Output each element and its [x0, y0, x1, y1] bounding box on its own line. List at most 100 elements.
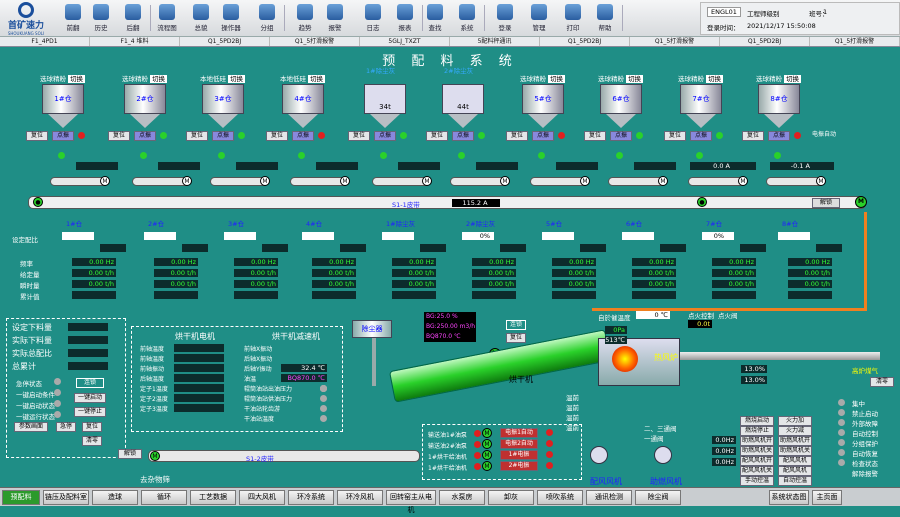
nav-4[interactable]: 循环	[141, 490, 187, 505]
bin-mode-switch[interactable]: 切换	[68, 75, 85, 83]
bin-reset-button[interactable]: 复位	[348, 131, 370, 141]
toolbar-log-button[interactable]: 日志	[358, 4, 388, 32]
bin-point-button[interactable]: 点振	[768, 131, 790, 141]
nav-8[interactable]: 环冷风机	[337, 490, 383, 505]
bin-point-button[interactable]: 点振	[292, 131, 314, 141]
toolbar-overview-button[interactable]: 总貌	[186, 4, 216, 32]
dust-interlock[interactable]: 连锁	[506, 320, 526, 330]
nav-5[interactable]: 工艺数据	[190, 490, 236, 505]
vibrator-motor[interactable]: M	[482, 428, 492, 438]
bin-mode-switch[interactable]: 切换	[308, 75, 325, 83]
config-fan[interactable]	[590, 446, 608, 464]
alarm-item[interactable]: Q1_5PD2BJ	[180, 37, 270, 46]
toolbar-back-arrow-button[interactable]: 前翻	[58, 4, 88, 32]
alarm-item[interactable]: F1_4 堆料	[90, 37, 180, 46]
alarm-item[interactable]: 5配料秤通讯	[450, 37, 540, 46]
bin-point-button[interactable]: 点振	[690, 131, 712, 141]
fan-control-button[interactable]: 助燃风机开	[740, 436, 774, 446]
feeder-motor[interactable]: M	[260, 176, 270, 186]
toolbar-search-button[interactable]: 查找	[420, 4, 450, 32]
nav-12[interactable]: 喷吹系统	[537, 490, 583, 505]
belt-s1-1-unlock[interactable]: 解锁	[812, 198, 840, 208]
feeder-motor[interactable]: M	[580, 176, 590, 186]
feeder-motor[interactable]: M	[100, 176, 110, 186]
bin-reset-button[interactable]: 复位	[186, 131, 208, 141]
feeder-motor[interactable]: M	[422, 176, 432, 186]
toolbar-login-button[interactable]: 登录	[490, 4, 520, 32]
toolbar-group-button[interactable]: 分组	[252, 4, 282, 32]
bin-point-button[interactable]: 点振	[374, 131, 396, 141]
vibrator-command[interactable]: 2#电振	[500, 461, 538, 471]
vibrator-motor[interactable]: M	[482, 450, 492, 460]
bin-point-button[interactable]: 点振	[452, 131, 474, 141]
toolbar-flowchart-button[interactable]: 流程图	[152, 4, 182, 32]
emergency-stop-button[interactable]: 急停	[56, 422, 76, 432]
vibrator-motor[interactable]: M	[482, 439, 492, 449]
bin-reset-button[interactable]: 复位	[664, 131, 686, 141]
ratio-input[interactable]	[382, 232, 414, 240]
bin-point-button[interactable]: 点振	[134, 131, 156, 141]
bin-reset-button[interactable]: 复位	[584, 131, 606, 141]
toolbar-manage-button[interactable]: 管理	[524, 4, 554, 32]
bin-reset-button[interactable]: 复位	[506, 131, 528, 141]
bin-reset-button[interactable]: 复位	[26, 131, 48, 141]
vibrator-command[interactable]: 1#电振	[500, 450, 538, 460]
ratio-input[interactable]	[144, 232, 176, 240]
nav-6[interactable]: 四大风机	[239, 490, 285, 505]
bin-mode-switch[interactable]: 切换	[150, 75, 167, 83]
belt-s1-2-unlock[interactable]: 解锁	[118, 449, 142, 459]
fan-control-button[interactable]: 配风风机关	[740, 466, 774, 476]
fan-control-button[interactable]: 配风风机开	[740, 456, 774, 466]
nav-10[interactable]: 水泵房	[439, 490, 485, 505]
fan-control-button[interactable]: 燃烧启动	[740, 416, 774, 426]
toolbar-operator-button[interactable]: 操作器	[216, 4, 246, 32]
fan-control-button[interactable]: 手动控温	[740, 476, 774, 486]
alarm-item[interactable]: Q1_5打滑报警	[630, 37, 720, 46]
fan-control-button[interactable]: 配风风机	[778, 466, 812, 476]
toolbar-report-button[interactable]: 报表	[390, 4, 420, 32]
ratio-input[interactable]	[224, 232, 256, 240]
belt-s1-2-motor[interactable]: M	[150, 451, 160, 461]
toolbar-system-button[interactable]: 系统	[452, 4, 482, 32]
toolbar-help-button[interactable]: 帮助	[590, 4, 620, 32]
fan-control-button[interactable]: 自动控温	[778, 476, 812, 486]
bin-reset-button[interactable]: 复位	[108, 131, 130, 141]
toolbar-print-button[interactable]: 打印	[558, 4, 588, 32]
auto-vibrate-button[interactable]: 电振自动	[806, 131, 842, 141]
nav-15[interactable]: 系统状态图	[769, 490, 809, 505]
alarm-item[interactable]: Q1_5PD2BJ	[720, 37, 810, 46]
feeder-motor[interactable]: M	[182, 176, 192, 186]
bin-point-button[interactable]: 点振	[610, 131, 632, 141]
nav-3[interactable]: 造球	[92, 490, 138, 505]
combustion-fan[interactable]	[654, 446, 672, 464]
alarm-item[interactable]: Q1_5PD2BJ	[540, 37, 630, 46]
gas-clear-button[interactable]: 清零	[870, 377, 894, 387]
ratio-input[interactable]	[542, 232, 574, 240]
nav-13[interactable]: 通讯检测	[586, 490, 632, 505]
one-key-start-button[interactable]: 一键启动	[74, 393, 106, 403]
bin-point-button[interactable]: 点振	[212, 131, 234, 141]
bin-point-button[interactable]: 点振	[52, 131, 74, 141]
reset-button[interactable]: 复位	[82, 422, 102, 432]
nav-14[interactable]: 除尘阀	[635, 490, 681, 505]
toolbar-alarm-button[interactable]: 报警	[320, 4, 350, 32]
ratio-input[interactable]	[778, 232, 810, 240]
feeder-motor[interactable]: M	[500, 176, 510, 186]
bin-reset-button[interactable]: 复位	[426, 131, 448, 141]
bin-mode-switch[interactable]: 切换	[784, 75, 801, 83]
alarm-item[interactable]: Q1_5打滑报警	[810, 37, 900, 46]
alarm-item[interactable]: 5GLJ_TXZT	[360, 37, 450, 46]
feeder-motor[interactable]: M	[340, 176, 350, 186]
vibrator-motor[interactable]: M	[482, 461, 492, 471]
one-key-stop-button[interactable]: 一键停止	[74, 407, 106, 417]
bin-mode-switch[interactable]: 切换	[548, 75, 565, 83]
nav-7[interactable]: 环冷系统	[288, 490, 334, 505]
ratio-input[interactable]	[622, 232, 654, 240]
toolbar-forward-arrow-button[interactable]: 后翻	[118, 4, 148, 32]
feeder-motor[interactable]: M	[816, 176, 826, 186]
fan-control-button[interactable]: 助燃风机关	[778, 446, 812, 456]
bin-reset-button[interactable]: 复位	[266, 131, 288, 141]
bin-reset-button[interactable]: 复位	[742, 131, 764, 141]
ratio-input[interactable]	[302, 232, 334, 240]
params-button[interactable]: 参数画面	[14, 422, 48, 432]
